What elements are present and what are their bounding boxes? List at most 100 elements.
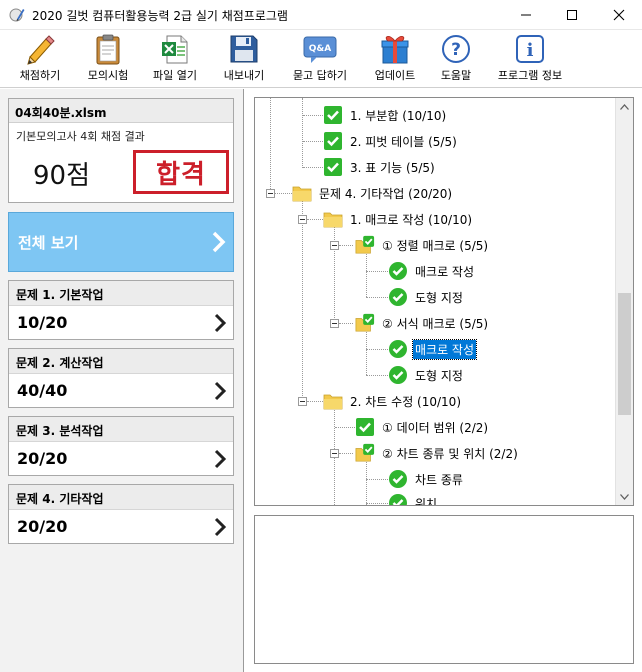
- open-file-button[interactable]: 파일 열기: [146, 32, 204, 86]
- pass-stamp-text: 합격: [156, 159, 206, 190]
- detail-panel[interactable]: [254, 515, 634, 664]
- tree-item-label: 차트 종류: [415, 472, 463, 487]
- tree-item-label: 1. 매크로 작성 (10/10): [350, 212, 473, 227]
- result-card: 04회40분.xlsm 기본모의고사 4회 채점 결과 90점 합격: [8, 98, 234, 203]
- folder-icon: [323, 391, 343, 411]
- tree-item[interactable]: 도형 지정: [388, 287, 465, 307]
- tree-item-label: 매크로 작성: [415, 264, 475, 279]
- section-card-3[interactable]: 문제 3. 분석작업 20/20: [8, 416, 234, 476]
- program-info-button[interactable]: i 프로그램 정보: [490, 32, 570, 86]
- check-square-icon: [323, 157, 343, 177]
- tree-item-label: 3. 표 기능 (5/5): [350, 160, 435, 175]
- tree-item[interactable]: 도형 지정: [388, 365, 465, 385]
- tree-item[interactable]: ① 데이터 범위 (2/2): [355, 417, 490, 437]
- tree-item[interactable]: 차트 종류: [388, 469, 465, 489]
- toolbar-label: 내보내기: [223, 69, 265, 82]
- check-square-icon: [355, 417, 375, 437]
- collapse-toggle[interactable]: [330, 241, 339, 250]
- grade-button[interactable]: 채점하기: [12, 32, 68, 86]
- tree-item[interactable]: 1. 부분합 (10/10): [323, 105, 448, 125]
- tree-line: [366, 479, 388, 480]
- pass-stamp: 합격: [133, 150, 229, 194]
- title-bar: 2020 길벗 컴퓨터활용능력 2급 실기 채점프로그램: [0, 0, 642, 30]
- toolbar-label: 업데이트: [374, 69, 416, 82]
- toolbar-label: 프로그램 정보: [497, 69, 563, 82]
- section-title: 문제 2. 계산작업: [9, 349, 233, 374]
- tree-item[interactable]: 위치: [388, 493, 439, 505]
- maximize-button[interactable]: [549, 0, 595, 30]
- help-button[interactable]: ? 도움말: [434, 32, 478, 86]
- tree-item[interactable]: 1. 매크로 작성 (10/10): [323, 209, 474, 229]
- tree-scrollbar[interactable]: [615, 98, 633, 505]
- floppy-disk-icon: [228, 32, 260, 66]
- tree-line: [307, 401, 323, 402]
- qa-bubble-icon: Q&A: [302, 32, 338, 66]
- section-card-2[interactable]: 문제 2. 계산작업 40/40: [8, 348, 234, 408]
- tree-item-label: 도형 지정: [415, 368, 463, 383]
- toolbar-label: 채점하기: [19, 69, 61, 82]
- folder-icon: [323, 209, 343, 229]
- tree-item-selected[interactable]: 매크로 작성: [388, 338, 478, 360]
- check-circle-icon: [388, 339, 408, 359]
- update-button[interactable]: 업데이트: [368, 32, 422, 86]
- pencil-icon: [24, 32, 56, 66]
- collapse-toggle[interactable]: [330, 449, 339, 458]
- toolbar-label: 모의시험: [87, 69, 129, 82]
- app-icon[interactable]: [8, 6, 26, 24]
- view-all-button[interactable]: 전체 보기: [8, 212, 234, 272]
- section-title: 문제 4. 기타작업: [9, 485, 233, 510]
- tree-item[interactable]: 2. 차트 수정 (10/10): [323, 391, 463, 411]
- toolbar-label: 파일 열기: [153, 69, 197, 82]
- tree-item-label: 위치: [415, 496, 438, 506]
- qa-button[interactable]: Q&A 묻고 답하기: [284, 32, 356, 86]
- scroll-down-arrow-icon[interactable]: [616, 488, 633, 505]
- check-circle-icon: [388, 493, 408, 505]
- check-circle-icon: [388, 365, 408, 385]
- tree-line: [335, 427, 355, 428]
- close-button[interactable]: [596, 0, 642, 30]
- mock-exam-button[interactable]: 모의시험: [80, 32, 136, 86]
- section-score: 20/20: [17, 449, 68, 468]
- tree-line: [339, 323, 353, 324]
- total-score: 90점: [33, 161, 91, 191]
- tree-item[interactable]: ② 서식 매크로 (5/5): [355, 313, 490, 333]
- collapse-toggle[interactable]: [298, 215, 307, 224]
- tree-item-label: 2. 피벗 테이블 (5/5): [350, 134, 457, 149]
- section-card-1[interactable]: 문제 1. 기본작업 10/20: [8, 280, 234, 340]
- section-score: 10/20: [17, 313, 68, 332]
- tree-line: [366, 349, 388, 350]
- tree-item-label: ② 차트 종류 및 위치 (2/2): [382, 446, 518, 461]
- collapse-toggle[interactable]: [298, 397, 307, 406]
- tree-line: [303, 115, 323, 116]
- tree-item[interactable]: 2. 피벗 테이블 (5/5): [323, 131, 459, 151]
- tree-line: [302, 98, 303, 168]
- tree-item-label: ① 데이터 범위 (2/2): [382, 420, 489, 435]
- tree-item[interactable]: 문제 4. 기타작업 (20/20): [292, 183, 454, 203]
- export-button[interactable]: 내보내기: [218, 32, 270, 86]
- scroll-up-arrow-icon[interactable]: [616, 98, 633, 115]
- tree-line: [366, 503, 388, 504]
- tree-line: [366, 332, 367, 375]
- tree-line: [307, 219, 323, 220]
- tree-line: [303, 141, 323, 142]
- tree-item-label: 2. 차트 수정 (10/10): [350, 394, 461, 409]
- help-icon: ?: [440, 32, 472, 66]
- scrollbar-thumb[interactable]: [618, 293, 631, 415]
- tree-item[interactable]: 3. 표 기능 (5/5): [323, 157, 437, 177]
- tree-line: [303, 167, 323, 168]
- chevron-right-icon: [213, 380, 227, 405]
- tree-item[interactable]: 매크로 작성: [388, 261, 476, 281]
- result-tree[interactable]: 1. 부분합 (10/10) 2. 피벗 테이블 (5/5) 3. 표 기능 (…: [254, 97, 634, 506]
- tree-item[interactable]: ① 정렬 매크로 (5/5): [355, 235, 490, 255]
- check-circle-icon: [388, 287, 408, 307]
- tree-item[interactable]: ② 차트 종류 및 위치 (2/2): [355, 443, 520, 463]
- collapse-toggle[interactable]: [266, 189, 275, 198]
- collapse-toggle[interactable]: [330, 319, 339, 328]
- tree-content: 1. 부분합 (10/10) 2. 피벗 테이블 (5/5) 3. 표 기능 (…: [255, 98, 615, 505]
- excel-file-icon: [159, 32, 191, 66]
- check-square-icon: [323, 105, 343, 125]
- minimize-button[interactable]: [503, 0, 549, 30]
- section-card-4[interactable]: 문제 4. 기타작업 20/20: [8, 484, 234, 544]
- section-score: 40/40: [17, 381, 68, 400]
- tree-line: [274, 193, 294, 194]
